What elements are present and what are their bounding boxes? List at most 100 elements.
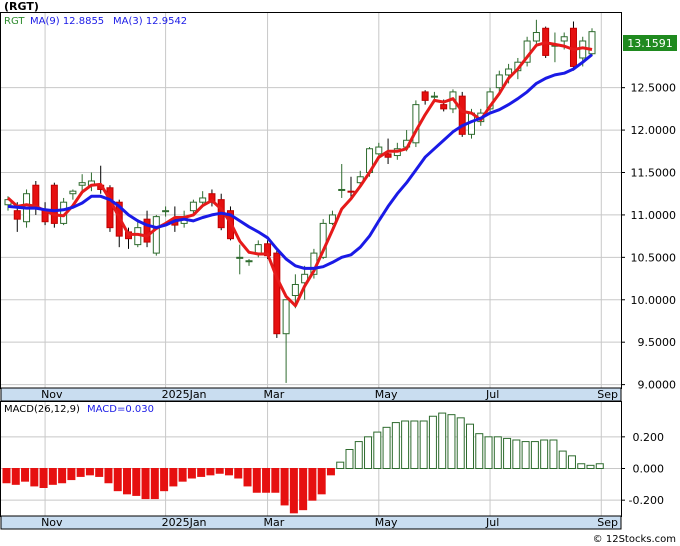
- macd-legend-item: MACD=0.030: [87, 404, 154, 415]
- macd-bar-positive: [512, 439, 521, 469]
- macd-bar-negative: [2, 468, 11, 484]
- candle-body-up: [69, 190, 77, 195]
- candle-body-down: [347, 190, 355, 193]
- macd-bar-positive: [484, 436, 493, 470]
- price-y-tick-label: 11.5000: [631, 167, 677, 180]
- macd-x-axis-band: [0, 515, 622, 530]
- macd-legend-item: MACD(26,12,9): [4, 404, 80, 415]
- candle-body-up: [199, 197, 207, 203]
- chart-canvas: 9.0000 9.5000 10.0000 10.5000 11.0000 11.5000…: [0, 0, 677, 545]
- candle-body-down: [32, 184, 40, 207]
- macd-bar-positive: [419, 420, 428, 469]
- macd-bar-positive: [428, 415, 437, 469]
- price-y-tick-label: 9.5000: [638, 336, 677, 349]
- price-y-tick-label: 12.5000: [631, 82, 677, 95]
- macd-bar-positive: [567, 455, 576, 470]
- macd-bar-negative: [76, 468, 85, 477]
- macd-bar-positive: [586, 464, 595, 470]
- candle-body-up: [560, 36, 568, 42]
- price-x-tick-label: Nov: [41, 388, 63, 401]
- macd-bar-negative: [262, 468, 271, 493]
- macd-bar-positive: [373, 431, 382, 470]
- macd-bar-negative: [11, 468, 20, 485]
- macd-bar-negative: [178, 468, 187, 482]
- macd-bar-negative: [95, 468, 104, 477]
- macd-bar-positive: [558, 450, 567, 470]
- macd-y-tick-label: 0.000: [633, 463, 665, 476]
- macd-bar-negative: [58, 468, 67, 484]
- macd-x-tick-label: Sep: [597, 516, 618, 529]
- macd-bar-negative: [85, 468, 94, 476]
- macd-bar-negative: [252, 468, 261, 493]
- macd-y-axis: 0.200 0.000 -0.200: [621, 431, 664, 507]
- price-x-axis-band: [0, 387, 622, 402]
- macd-bar-positive: [364, 436, 373, 470]
- macd-y-tick-label: 0.200: [633, 431, 665, 444]
- macd-bar-positive: [577, 463, 586, 469]
- macd-bar-negative: [67, 468, 76, 481]
- candle-body-down: [13, 210, 21, 220]
- macd-x-tick-label: May: [375, 516, 398, 529]
- price-y-tick-label: 10.5000: [631, 251, 677, 264]
- candle-body-up: [78, 182, 86, 186]
- macd-bar-positive: [466, 423, 474, 469]
- price-x-tick-label: Sep: [597, 388, 618, 401]
- macd-bar-negative: [243, 468, 252, 487]
- candle-body-down: [50, 184, 58, 224]
- macd-bar-positive: [530, 441, 539, 470]
- macd-x-tick-label: Mar: [264, 516, 285, 529]
- candle-body-up: [375, 146, 383, 155]
- macd-bar-negative: [308, 468, 317, 501]
- candle-body-up: [254, 244, 262, 254]
- price-legend: RGT MA(9) 12.8855 MA(3) 12.9542: [4, 16, 187, 27]
- candle-body-up: [152, 216, 160, 254]
- macd-bar-negative: [48, 468, 57, 485]
- candle-body-up: [189, 201, 197, 212]
- price-x-tick-label: May: [375, 388, 398, 401]
- macd-bar-positive: [447, 414, 456, 469]
- macd-bar-negative: [234, 468, 243, 479]
- price-candle: [458, 91, 466, 137]
- candle-body-up: [495, 74, 503, 89]
- chart-frame: 9.0000 9.5000 10.0000 10.5000 11.0000 11.5000…: [0, 0, 680, 546]
- macd-bar-positive: [382, 426, 391, 470]
- macd-bar-positive: [401, 420, 410, 469]
- macd-bar-negative: [132, 468, 141, 496]
- macd-bar-positive: [354, 441, 363, 470]
- macd-bar-positive: [345, 449, 354, 469]
- macd-bar-positive: [540, 439, 549, 469]
- macd-bar-positive: [410, 420, 419, 469]
- price-y-tick-label: 12.0000: [631, 124, 677, 137]
- macd-bar-positive: [456, 417, 465, 470]
- price-y-axis: 9.0000 9.5000 10.0000 10.5000 11.0000 11.5000…: [621, 82, 676, 392]
- price-candle: [273, 248, 281, 338]
- macd-bar-negative: [280, 468, 289, 506]
- price-x-tick-label: 2025Jan: [162, 388, 207, 401]
- candle-body-up: [505, 68, 513, 76]
- macd-bar-positive: [438, 412, 447, 470]
- macd-bar-negative: [206, 468, 215, 476]
- macd-bar-negative: [160, 468, 169, 492]
- macd-bar-negative: [141, 468, 150, 500]
- macd-bar-negative: [30, 468, 39, 487]
- macd-bar-negative: [21, 468, 30, 482]
- price-candle: [152, 214, 160, 256]
- chart-title: (RGT): [4, 0, 39, 13]
- watermark: © 12Stocks.com: [593, 534, 676, 545]
- price-x-tick-label: Jul: [485, 388, 499, 401]
- macd-bar-negative: [123, 468, 132, 495]
- macd-y-tick-label: -0.200: [629, 494, 664, 507]
- macd-bar-positive: [475, 433, 484, 469]
- price-legend-item: MA(9) 12.8855: [30, 16, 104, 27]
- macd-bar-negative: [104, 468, 113, 484]
- price-candle: [588, 28, 596, 56]
- macd-x-tick-label: Jul: [485, 516, 499, 529]
- price-y-tick-label: 11.0000: [631, 209, 677, 222]
- price-candle: [50, 182, 58, 228]
- macd-bar-negative: [169, 468, 178, 487]
- macd-bar-negative: [317, 468, 326, 495]
- candle-body-up: [245, 260, 253, 263]
- macd-bar-positive: [391, 422, 400, 470]
- macd-bar-negative: [113, 468, 122, 492]
- macd-x-tick-label: 2025Jan: [162, 516, 207, 529]
